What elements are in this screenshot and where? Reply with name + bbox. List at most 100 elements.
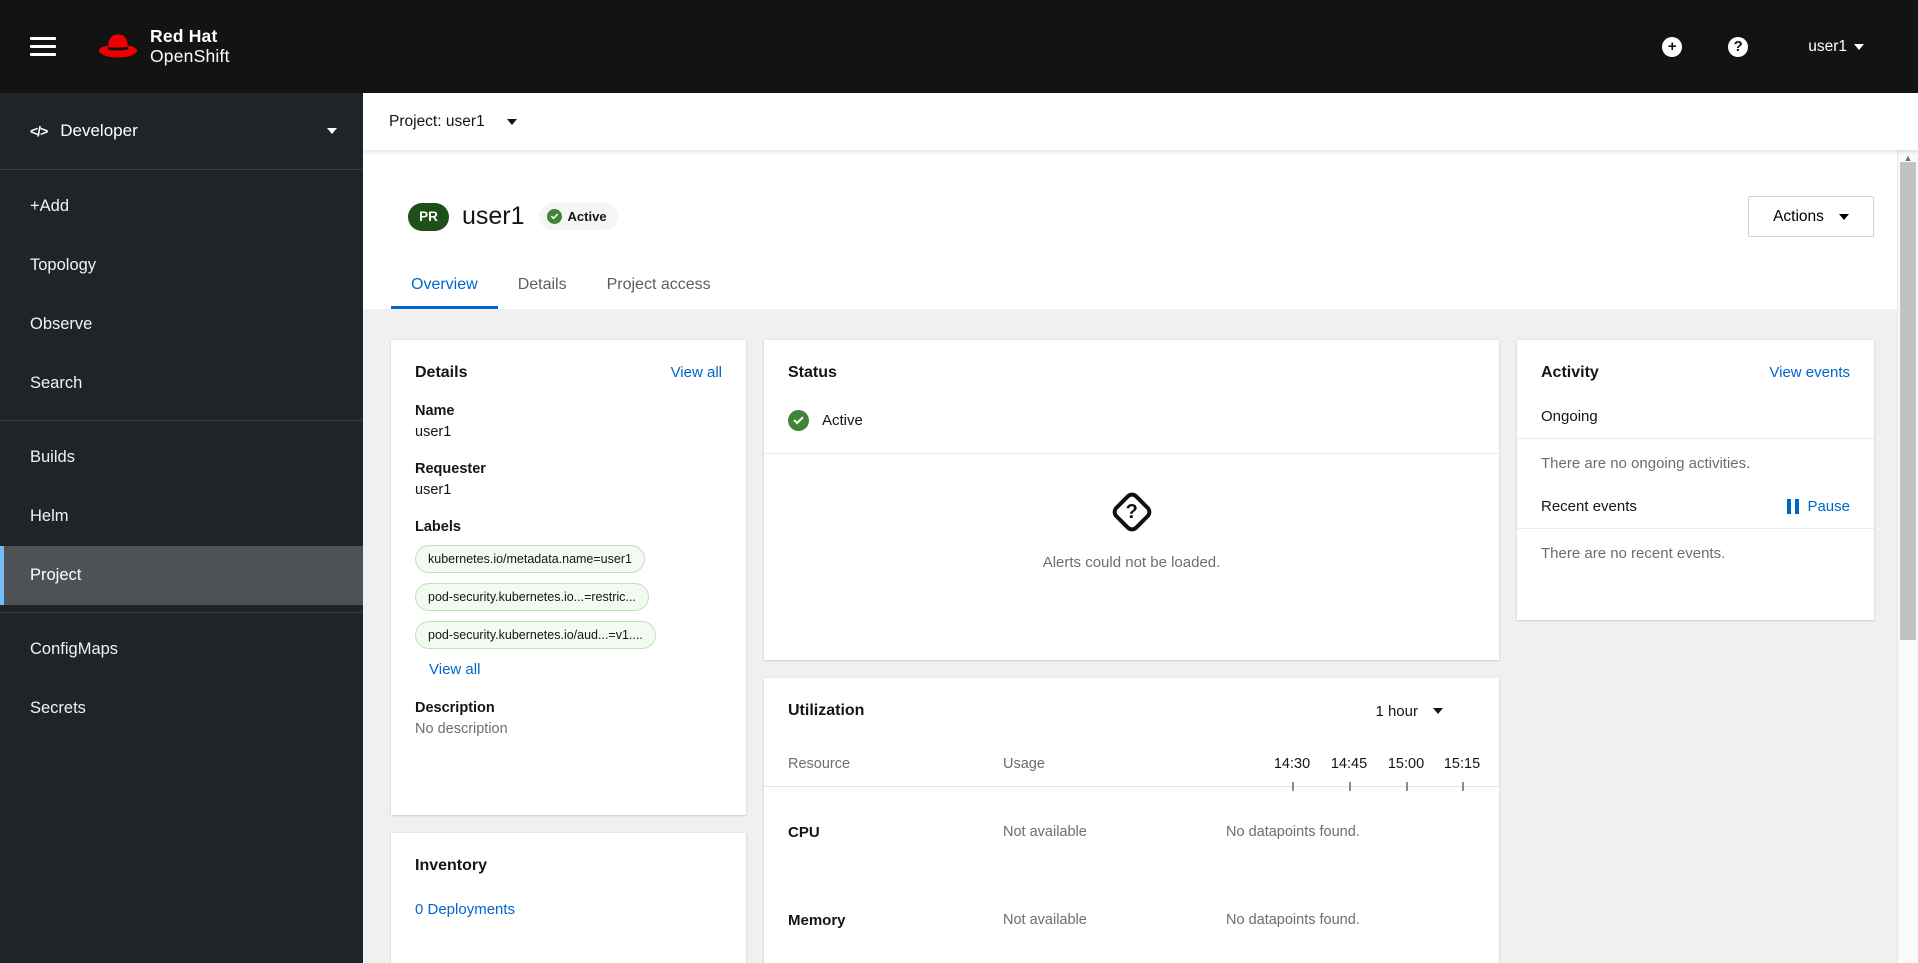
code-icon: </>	[30, 123, 48, 139]
vertical-scrollbar[interactable]: ▲	[1897, 150, 1918, 963]
tabs: Overview Details Project access	[391, 263, 1874, 309]
resource-name: CPU	[788, 824, 820, 841]
status-card-title: Status	[788, 364, 837, 381]
duration-select[interactable]: 1 hour	[1375, 703, 1443, 720]
sidebar-divider	[0, 612, 363, 613]
actions-button[interactable]: Actions	[1748, 196, 1874, 237]
labels-label: Labels	[415, 519, 461, 535]
label-pill: pod-security.kubernetes.io...=restric...	[415, 583, 649, 611]
recent-empty-message: There are no recent events.	[1541, 545, 1726, 562]
utilization-row-memory: Memory Not available No datapoints found…	[788, 912, 1475, 932]
redhat-fedora-icon	[99, 34, 137, 58]
field-value-requester: user1	[415, 482, 452, 498]
sidebar-item-observe[interactable]: Observe	[0, 295, 363, 354]
resource-datapoints: No datapoints found.	[1226, 824, 1360, 840]
pause-events-button[interactable]: Pause	[1786, 498, 1850, 515]
project-selector[interactable]: Project: user1	[363, 93, 1918, 150]
menu-toggle-icon[interactable]	[30, 37, 56, 56]
description-label: Description	[415, 700, 495, 716]
divider	[1517, 528, 1874, 529]
time-tick-label: 14:45	[1330, 756, 1368, 772]
actions-button-label: Actions	[1773, 207, 1824, 225]
pause-label: Pause	[1807, 498, 1850, 515]
label-pill: kubernetes.io/metadata.name=user1	[415, 545, 645, 573]
time-tick-label: 15:15	[1443, 756, 1481, 772]
tab-project-access[interactable]: Project access	[587, 263, 731, 309]
details-card: Details View all Name user1 Requester us…	[391, 340, 746, 815]
brand: Red Hat OpenShift	[96, 25, 230, 66]
sidebar: </> Developer +Add Topology Observe Sear…	[0, 93, 363, 963]
label-pill: pod-security.kubernetes.io/aud...=v1....	[415, 621, 656, 649]
field-value-name: user1	[415, 424, 452, 440]
usage-column-header: Usage	[1003, 756, 1045, 772]
sidebar-item-secrets[interactable]: Secrets	[0, 679, 363, 738]
sidebar-item-configmaps[interactable]: ConfigMaps	[0, 620, 363, 679]
masthead: Red Hat OpenShift + ? user1	[0, 0, 1918, 93]
status-badge: Active	[538, 203, 618, 230]
chevron-down-icon	[1838, 213, 1849, 220]
status-active-label: Active	[822, 412, 863, 429]
add-plus-icon[interactable]: +	[1662, 36, 1683, 57]
sidebar-item-builds[interactable]: Builds	[0, 428, 363, 487]
axis-tick	[1349, 782, 1351, 791]
time-axis	[764, 782, 1499, 791]
activity-card-title: Activity	[1541, 364, 1599, 381]
inventory-card-title: Inventory	[415, 857, 488, 874]
brand-text: Red Hat OpenShift	[150, 25, 230, 66]
username: user1	[1808, 37, 1847, 55]
brand-line1: Red Hat	[150, 25, 218, 46]
user-menu[interactable]: user1	[1808, 38, 1864, 56]
time-tick-label: 15:00	[1387, 756, 1425, 772]
axis-tick	[1406, 782, 1408, 791]
sidebar-divider	[0, 420, 363, 421]
duration-value: 1 hour	[1375, 702, 1418, 720]
status-badge-label: Active	[567, 209, 607, 224]
page-header: PR user1 Active Actions Overview Details…	[363, 150, 1897, 309]
tab-details[interactable]: Details	[498, 263, 587, 309]
check-circle-icon	[546, 209, 562, 224]
sidebar-item-search[interactable]: Search	[0, 354, 363, 413]
check-circle-icon	[788, 410, 809, 431]
ongoing-label: Ongoing	[1541, 408, 1598, 425]
details-view-all-link[interactable]: View all	[671, 364, 722, 381]
sidebar-item-topology[interactable]: Topology	[0, 236, 363, 295]
deployments-link[interactable]: 0 Deployments	[415, 901, 515, 918]
brand-line2: OpenShift	[150, 45, 230, 66]
view-events-link[interactable]: View events	[1769, 364, 1850, 381]
field-label-name: Name	[415, 403, 455, 419]
sidebar-item-helm[interactable]: Helm	[0, 487, 363, 546]
perspective-switcher[interactable]: </> Developer	[0, 93, 363, 170]
activity-card: Activity View events Ongoing There are n…	[1517, 340, 1874, 620]
resource-usage: Not available	[1003, 912, 1087, 928]
details-card-title: Details	[415, 364, 468, 381]
description-value: No description	[415, 721, 508, 737]
help-icon[interactable]: ?	[1728, 36, 1749, 57]
scrollbar-thumb[interactable]	[1900, 162, 1916, 640]
resource-datapoints: No datapoints found.	[1226, 912, 1360, 928]
recent-events-label: Recent events	[1541, 498, 1637, 515]
inventory-card: Inventory 0 Deployments	[391, 833, 746, 963]
tab-overview[interactable]: Overview	[391, 263, 498, 309]
labels-view-all-link[interactable]: View all	[429, 661, 480, 678]
status-card: Status Active ? Alerts could not be load…	[764, 340, 1499, 660]
project-selector-label: Project: user1	[389, 112, 485, 130]
axis-tick	[1462, 782, 1464, 791]
field-label-requester: Requester	[415, 461, 486, 477]
chevron-down-icon	[327, 128, 337, 134]
sidebar-item-add[interactable]: +Add	[0, 177, 363, 236]
chevron-down-icon	[1433, 708, 1443, 714]
page-content: PR user1 Active Actions Overview Details…	[363, 150, 1897, 963]
resource-usage: Not available	[1003, 824, 1087, 840]
pause-icon	[1786, 499, 1800, 514]
project-resource-badge: PR	[408, 202, 449, 231]
time-tick-label: 14:30	[1273, 756, 1311, 772]
chevron-down-icon	[506, 118, 517, 125]
resource-name: Memory	[788, 912, 846, 929]
resource-column-header: Resource	[788, 756, 851, 772]
chevron-down-icon	[1854, 43, 1864, 50]
ongoing-empty-message: There are no ongoing activities.	[1541, 455, 1751, 472]
perspective-label: Developer	[60, 121, 138, 140]
page-title: user1	[462, 202, 525, 230]
utilization-card: Utilization 1 hour Resource Usage 14:30	[764, 678, 1499, 963]
sidebar-item-project[interactable]: Project	[0, 546, 363, 605]
